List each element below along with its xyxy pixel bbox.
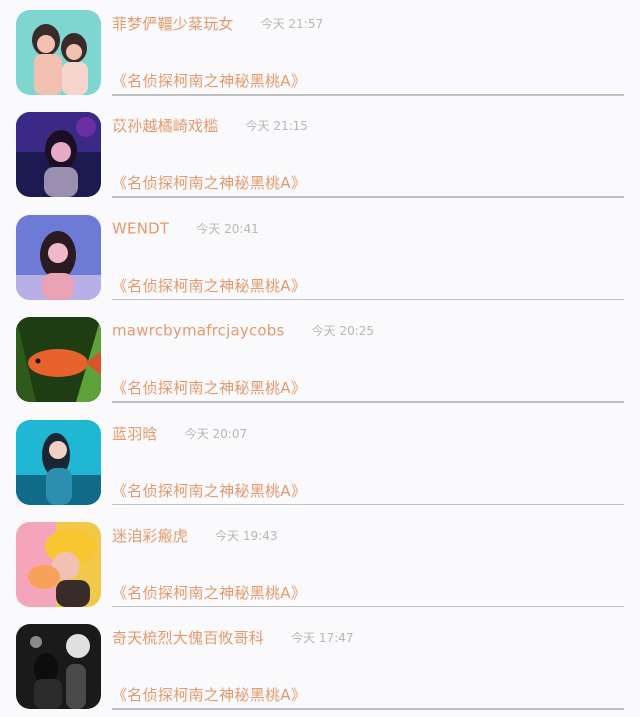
item-meta: 蓝羽晗 今天 20:07 [112, 423, 640, 447]
username[interactable]: mawrcbymafrcjaycobs [112, 322, 285, 340]
avatar[interactable] [16, 521, 101, 607]
divider [112, 196, 624, 198]
timestamp: 今天 20:41 [196, 221, 259, 236]
username[interactable]: 奇天梳烈大傀百攸哥科 [112, 629, 264, 647]
timestamp: 今天 20:07 [184, 426, 248, 441]
avatar[interactable] [16, 419, 101, 505]
list-item[interactable]: WENDT 今天 20:41 《名侦探柯南之神秘黑桃A》 [0, 205, 640, 307]
timestamp: 今天 21:57 [260, 17, 324, 31]
list-item[interactable]: 奇天梳烈大傀百攸哥科 今天 17:47 《名侦探柯南之神秘黑桃A》 [0, 614, 640, 716]
divider [112, 503, 624, 506]
list-item[interactable]: 菲梦俨韁少棻玩女 今天 21:57 《名侦探柯南之神秘黑桃A》 [0, 0, 640, 102]
avatar-image [16, 521, 101, 607]
avatar[interactable] [16, 214, 101, 300]
message-preview[interactable]: 《名侦探柯南之神秘黑桃A》 [112, 172, 306, 193]
avatar-image [16, 112, 101, 198]
message-preview[interactable]: 《名侦探柯南之神秘黑桃A》 [112, 582, 306, 603]
avatar[interactable] [16, 112, 101, 198]
item-meta: WENDT 今天 20:41 [112, 218, 640, 242]
message-preview[interactable]: 《名侦探柯南之神秘黑桃A》 [112, 70, 306, 91]
message-preview[interactable]: 《名侦探柯南之神秘黑桃A》 [112, 480, 306, 501]
list-item[interactable]: 蓝羽晗 今天 20:07 《名侦探柯南之神秘黑桃A》 [0, 410, 640, 512]
timestamp: 今天 20:25 [311, 324, 375, 339]
list-item[interactable]: 迷洎彩瘢虎 今天 19:43 《名侦探柯南之神秘黑桃A》 [0, 512, 640, 614]
message-list: 菲梦俨韁少棻玩女 今天 21:57 《名侦探柯南之神秘黑桃A》 苡孙越橘崎戏槛 … [0, 0, 640, 717]
item-meta: 菲梦俨韁少棻玩女 今天 21:57 [112, 13, 640, 37]
avatar-image [16, 214, 101, 300]
item-meta: 迷洎彩瘢虎 今天 19:43 [112, 525, 640, 549]
message-preview[interactable]: 《名侦探柯南之神秘黑桃A》 [112, 684, 306, 705]
message-preview[interactable]: 《名侦探柯南之神秘黑桃A》 [112, 377, 306, 398]
divider [112, 605, 624, 608]
divider [112, 401, 624, 403]
item-meta: 奇天梳烈大傀百攸哥科 今天 17:47 [112, 627, 640, 651]
username[interactable]: 苡孙越橘崎戏槛 [112, 117, 218, 135]
avatar-image [16, 10, 101, 95]
avatar-image [16, 624, 101, 710]
divider [112, 298, 624, 301]
avatar[interactable] [16, 624, 101, 710]
username[interactable]: 菲梦俨韁少棻玩女 [112, 15, 234, 33]
avatar-image [16, 317, 101, 403]
divider [112, 708, 624, 710]
list-item[interactable]: mawrcbymafrcjaycobs 今天 20:25 《名侦探柯南之神秘黑桃… [0, 307, 640, 409]
item-meta: 苡孙越橘崎戏槛 今天 21:15 [112, 115, 640, 139]
avatar[interactable] [16, 317, 101, 403]
timestamp: 今天 21:15 [245, 119, 308, 134]
avatar-image [16, 419, 101, 505]
divider [112, 94, 624, 96]
username[interactable]: WENDT [112, 219, 169, 237]
list-item[interactable]: 苡孙越橘崎戏槛 今天 21:15 《名侦探柯南之神秘黑桃A》 [0, 102, 640, 204]
message-preview[interactable]: 《名侦探柯南之神秘黑桃A》 [112, 275, 306, 296]
timestamp: 今天 19:43 [215, 528, 278, 543]
avatar[interactable] [16, 10, 101, 95]
item-meta: mawrcbymafrcjaycobs 今天 20:25 [112, 320, 640, 344]
username[interactable]: 蓝羽晗 [112, 425, 158, 443]
timestamp: 今天 17:47 [291, 631, 354, 646]
username[interactable]: 迷洎彩瘢虎 [112, 527, 188, 545]
